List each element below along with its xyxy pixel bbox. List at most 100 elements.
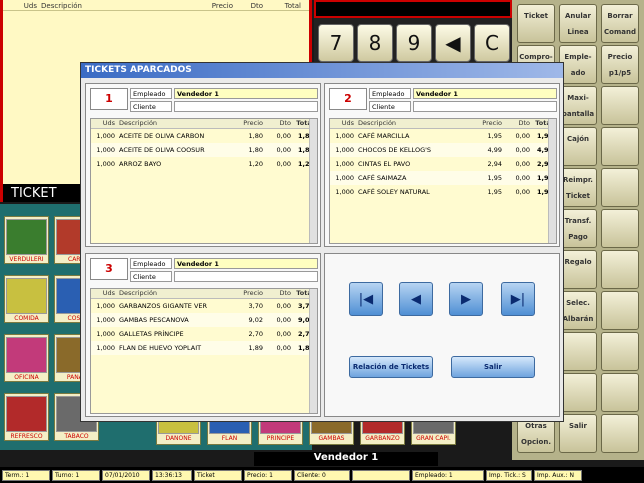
- function-button[interactable]: [601, 291, 639, 330]
- function-button[interactable]: Regalo: [559, 250, 597, 289]
- client-value: [174, 101, 318, 112]
- product-tile[interactable]: REFRESCO: [4, 393, 49, 441]
- table-cell: 1,000: [335, 146, 354, 154]
- function-button[interactable]: Precio p1/p5: [601, 45, 639, 84]
- key-8[interactable]: 8: [357, 24, 393, 62]
- function-button-line1: Reimpr.: [563, 176, 593, 184]
- exit-button[interactable]: Salir: [451, 356, 535, 378]
- table-row[interactable]: 1,000 ACEITE DE OLIVA COOSUR 1,80 0,00 1,80: [91, 143, 317, 157]
- function-button-line1: Transf.: [564, 217, 592, 225]
- table-cell: ACEITE DE OLIVA CARBON: [119, 132, 205, 140]
- table-row[interactable]: 1,000 CINTAS EL PAVO 2,94 0,00 2,94: [330, 157, 556, 171]
- status-field: Cliente: 0: [294, 469, 350, 481]
- next-icon[interactable]: ▶: [449, 282, 483, 316]
- col-total: Total: [284, 2, 301, 10]
- parked-ticket-2[interactable]: 2 Empleado Vendedor 1 Cliente Uds Descripción…: [324, 83, 560, 247]
- prev-icon[interactable]: ◀: [399, 282, 433, 316]
- table-row[interactable]: 1,000 ARROZ BAYO 1,20 0,00 1,20: [91, 157, 317, 171]
- table-cell: 2,70: [248, 330, 263, 338]
- status-bar: Term.: 1 Turno: 1 07/01/2010 13:36:13 Ticket…: [0, 467, 644, 483]
- parked-ticket-3[interactable]: 3 Empleado Vendedor 1 Cliente Uds Descripción…: [85, 253, 321, 417]
- product-tile[interactable]: OFICINA: [4, 334, 49, 382]
- table-cell: 1,89: [248, 344, 263, 352]
- function-button[interactable]: Anular Linea: [559, 4, 597, 43]
- table-header-cell: Uds: [341, 119, 354, 127]
- table-header-cell: Precio: [482, 119, 502, 127]
- function-button-line1: Salir: [568, 422, 588, 430]
- function-button[interactable]: [601, 209, 639, 248]
- table-row[interactable]: 1,000 GALLETAS PRÍNCIPE 2,70 0,00 2,70: [91, 327, 317, 341]
- function-button[interactable]: [601, 332, 639, 371]
- status-field: Imp. Tick.: S: [486, 469, 532, 481]
- status-field: Ticket: [194, 469, 242, 481]
- function-button[interactable]: Reimpr. Ticket: [559, 168, 597, 207]
- function-button[interactable]: [601, 86, 639, 125]
- key-9[interactable]: 9: [396, 24, 432, 62]
- table-cell: 0,00: [276, 344, 291, 352]
- table-row[interactable]: 1,000 CAFÉ MARCILLA 1,95 0,00 1,95: [330, 129, 556, 143]
- function-button[interactable]: [559, 332, 597, 371]
- table-cell: 0,00: [276, 160, 291, 168]
- product-tile[interactable]: VERDULERI: [4, 216, 49, 264]
- function-button[interactable]: Cajón: [559, 127, 597, 166]
- table-header-cell: Dto: [279, 119, 291, 127]
- product-tile[interactable]: COMIDA: [4, 275, 49, 323]
- table-cell: GALLETAS PRÍNCIPE: [119, 330, 184, 338]
- table-cell: 0,00: [515, 132, 530, 140]
- table-row[interactable]: 1,000 CAFÉ SAIMAZA 1,95 0,00 1,95: [330, 171, 556, 185]
- function-button[interactable]: [601, 250, 639, 289]
- table-row[interactable]: 1,000 FLAN DE HUEVO YOPLAIT 1,89 0,00 1,89: [91, 341, 317, 355]
- table-header-cell: Uds: [102, 289, 115, 297]
- key-backspace[interactable]: ◀: [435, 24, 471, 62]
- scrollbar[interactable]: [309, 289, 317, 413]
- table-row[interactable]: 1,000 CAFÉ SOLEY NATURAL 1,95 0,00 1,95: [330, 185, 556, 199]
- table-cell: 1,95: [487, 132, 502, 140]
- col-precio: Precio: [211, 2, 233, 10]
- table-cell: ARROZ BAYO: [119, 160, 162, 168]
- function-button[interactable]: [601, 414, 639, 453]
- function-button-line1: Ticket: [524, 12, 548, 20]
- key-7[interactable]: 7: [318, 24, 354, 62]
- function-button[interactable]: [601, 127, 639, 166]
- employee-label: Empleado: [369, 88, 411, 99]
- table-cell: ACEITE DE OLIVA COOSUR: [119, 146, 205, 154]
- table-header-cell: Descripción: [119, 119, 158, 127]
- status-field: Turno: 1: [52, 469, 100, 481]
- first-icon[interactable]: |◀: [349, 282, 383, 316]
- function-button[interactable]: Transf. Pago: [559, 209, 597, 248]
- parked-ticket-1[interactable]: 1 Empleado Vendedor 1 Cliente Uds Descripción…: [85, 83, 321, 247]
- table-row[interactable]: 1,000 CHOCOS DE KELLOG'S 4,99 0,00 4,99: [330, 143, 556, 157]
- function-button-line1: Selec.: [566, 299, 590, 307]
- status-field: Term.: 1: [2, 469, 50, 481]
- scrollbar[interactable]: [309, 119, 317, 243]
- function-button[interactable]: [601, 168, 639, 207]
- table-row[interactable]: 1,000 ACEITE DE OLIVA CARBON 1,80 0,00 1,80: [91, 129, 317, 143]
- ticket-list-button[interactable]: Relación de Tickets: [349, 356, 433, 378]
- ticket-number: 3: [90, 258, 128, 280]
- table-cell: 0,00: [276, 316, 291, 324]
- table-cell: 1,95: [487, 174, 502, 182]
- function-button[interactable]: Borrar Comand: [601, 4, 639, 43]
- function-button[interactable]: [601, 373, 639, 412]
- table-cell: 1,000: [96, 330, 115, 338]
- key-clear[interactable]: C: [474, 24, 510, 62]
- function-button[interactable]: Salir: [559, 414, 597, 453]
- product-image: [6, 278, 47, 314]
- function-button-line1: Regalo: [564, 258, 592, 266]
- scrollbar[interactable]: [548, 119, 556, 243]
- product-label: VERDULERI: [9, 256, 44, 263]
- table-row[interactable]: 1,000 GARBANZOS GIGANTE VER 3,70 0,00 3,70: [91, 299, 317, 313]
- col-dto: Dto: [250, 2, 263, 10]
- function-button[interactable]: [559, 373, 597, 412]
- table-cell: 1,000: [96, 344, 115, 352]
- function-button-line1: Cajón: [566, 135, 590, 143]
- table-header-cell: Dto: [279, 289, 291, 297]
- table-cell: FLAN DE HUEVO YOPLAIT: [119, 344, 202, 352]
- last-icon[interactable]: ▶|: [501, 282, 535, 316]
- table-row[interactable]: 1,000 GAMBAS PESCANOVA 9,02 0,00 9,02: [91, 313, 317, 327]
- function-button[interactable]: Maxi-pantalla: [559, 86, 597, 125]
- function-button[interactable]: Ticket: [517, 4, 555, 43]
- function-button[interactable]: Emple-ado: [559, 45, 597, 84]
- function-button-line2: ado: [570, 69, 586, 77]
- function-button[interactable]: Selec. Albarán: [559, 291, 597, 330]
